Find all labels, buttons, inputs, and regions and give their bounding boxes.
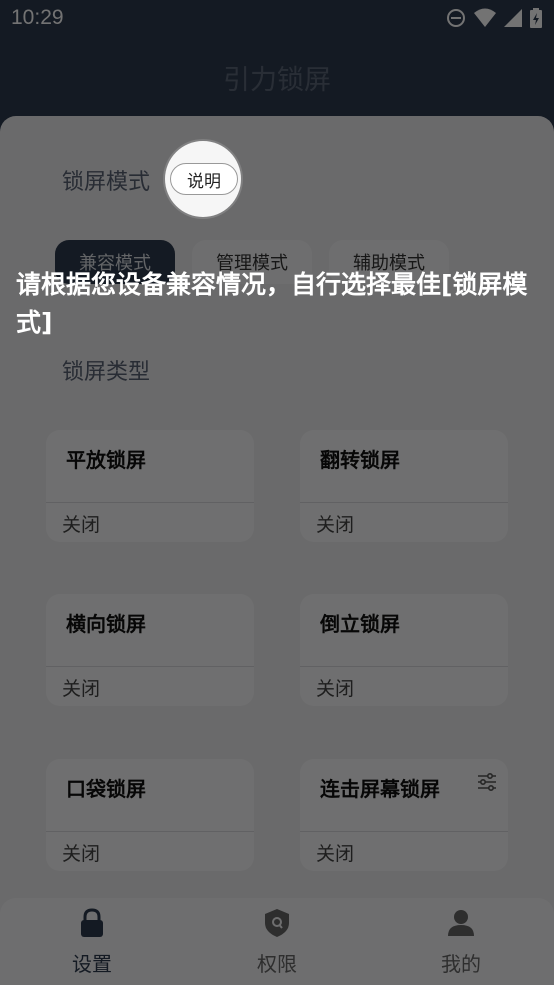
wifi-icon (474, 8, 496, 32)
nav-label: 我的 (441, 952, 481, 976)
status-bar: 10:29 (0, 0, 554, 38)
shield-icon (263, 908, 291, 938)
card-title: 倒立锁屏 (320, 612, 400, 636)
divider (300, 666, 508, 667)
card-title: 横向锁屏 (66, 612, 146, 636)
bottom-nav: 设置 权限 我的 (0, 898, 554, 985)
card-status: 关闭 (62, 514, 101, 536)
divider (300, 831, 508, 832)
card-title: 连击屏幕锁屏 (320, 777, 440, 801)
status-icons (446, 8, 542, 32)
card-title: 平放锁屏 (66, 448, 146, 472)
settings-sliders-icon[interactable] (476, 771, 498, 793)
nav-settings[interactable]: 设置 (0, 898, 184, 985)
card-status: 关闭 (62, 843, 101, 865)
card-flat-lock[interactable]: 平放锁屏 关闭 (46, 430, 254, 542)
divider (300, 502, 508, 503)
lock-icon (78, 908, 106, 938)
app-header: 引力锁屏 (0, 38, 554, 116)
page-title: 引力锁屏 (223, 65, 331, 96)
nav-label: 设置 (72, 952, 112, 976)
card-title: 翻转锁屏 (320, 448, 400, 472)
divider (46, 666, 254, 667)
divider (46, 831, 254, 832)
card-tap-screen-lock[interactable]: 连击屏幕锁屏 关闭 (300, 759, 508, 871)
guide-tip-text: 请根据您设备兼容情况，自行选择最佳[锁屏模式] (16, 270, 528, 337)
divider (46, 502, 254, 503)
nav-permissions[interactable]: 权限 (185, 898, 369, 985)
card-title: 口袋锁屏 (66, 777, 146, 801)
lock-type-label: 锁屏类型 (62, 360, 151, 385)
signal-icon (504, 9, 522, 31)
card-flip-lock[interactable]: 翻转锁屏 关闭 (300, 430, 508, 542)
card-status: 关闭 (316, 514, 355, 536)
card-pocket-lock[interactable]: 口袋锁屏 关闭 (46, 759, 254, 871)
do-not-disturb-icon (446, 8, 466, 32)
content-panel: 锁屏模式 兼容模式 管理模式 辅助模式 锁屏类型 平放锁屏 关闭 翻转锁屏 关闭… (0, 116, 554, 985)
person-icon (447, 908, 475, 938)
battery-icon (530, 8, 542, 32)
card-landscape-lock[interactable]: 横向锁屏 关闭 (46, 594, 254, 706)
card-status: 关闭 (62, 678, 101, 700)
nav-mine[interactable]: 我的 (369, 898, 553, 985)
lock-mode-label: 锁屏模式 (62, 170, 151, 195)
card-status: 关闭 (316, 678, 355, 700)
status-time: 10:29 (11, 6, 64, 29)
card-upside-down-lock[interactable]: 倒立锁屏 关闭 (300, 594, 508, 706)
explain-button[interactable]: 说明 (170, 163, 238, 195)
nav-label: 权限 (257, 952, 297, 976)
card-status: 关闭 (316, 843, 355, 865)
